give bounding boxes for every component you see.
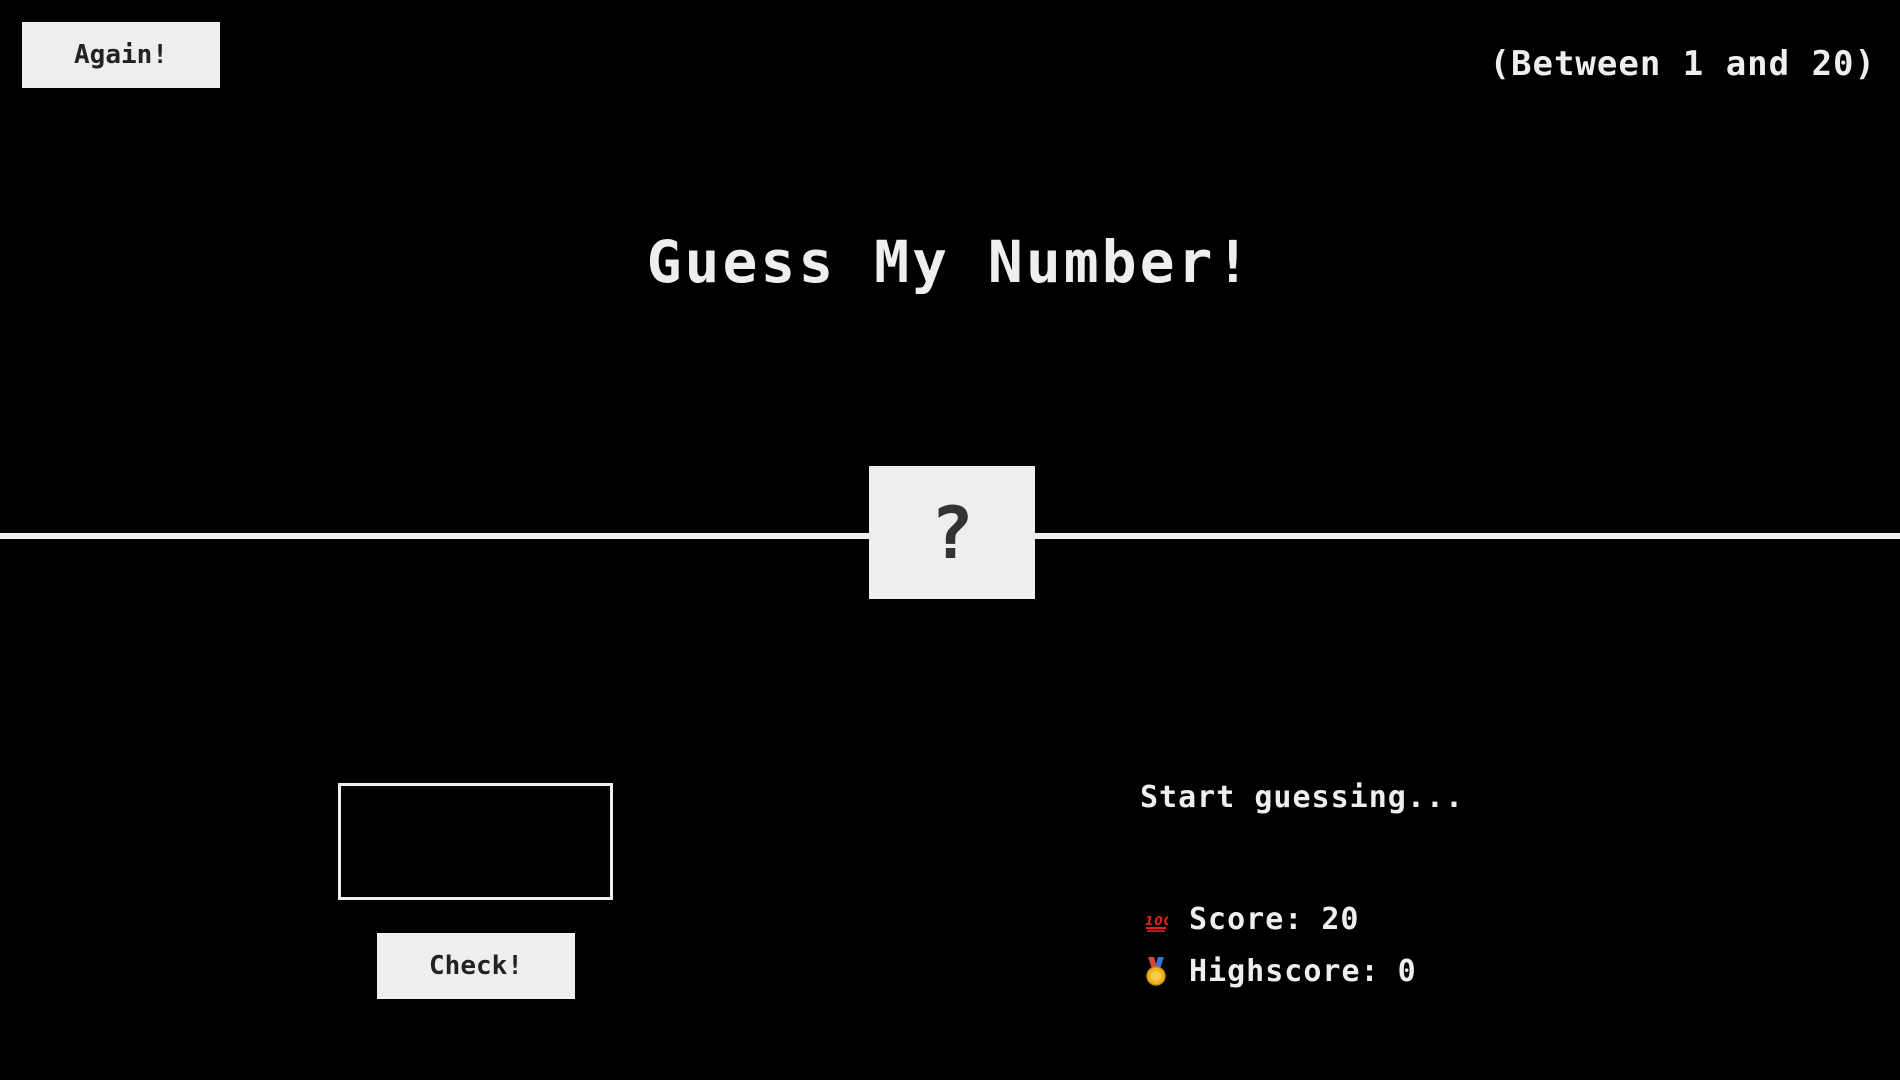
highscore-label: Highscore:	[1189, 954, 1380, 989]
secret-number-box: ?	[869, 466, 1035, 599]
highscore-value: 0	[1397, 954, 1417, 989]
medal-icon	[1143, 956, 1169, 987]
hundred-points-icon: 100	[1143, 905, 1169, 935]
range-hint: (Between 1 and 20)	[1489, 44, 1876, 84]
game-page: Again! (Between 1 and 20) Guess My Numbe…	[0, 0, 1900, 1080]
again-button[interactable]: Again!	[22, 22, 220, 88]
svg-text:100: 100	[1145, 914, 1168, 928]
status-message: Start guessing...	[1140, 780, 1465, 815]
score-row: 100 Score: 20	[1143, 902, 1360, 937]
page-title: Guess My Number!	[646, 228, 1254, 296]
highscore-row: Highscore: 0	[1143, 954, 1417, 989]
check-button[interactable]: Check!	[377, 933, 575, 999]
guess-input[interactable]	[338, 783, 613, 900]
score-label: Score:	[1189, 902, 1304, 937]
score-value: 20	[1321, 902, 1360, 937]
